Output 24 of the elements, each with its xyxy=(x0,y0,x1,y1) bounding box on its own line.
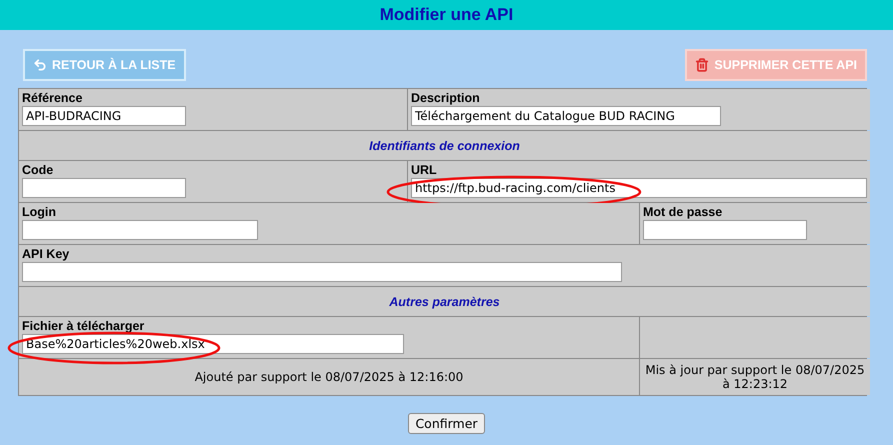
password-field[interactable] xyxy=(643,220,807,240)
section-heading: Autres paramètres xyxy=(19,287,870,316)
trash-icon xyxy=(695,58,710,72)
audit-note: Mis à jour par support le 08/07/2025 à 12:23:12 xyxy=(640,359,870,395)
file-field[interactable]: Base%20articles%20web.xlsx xyxy=(22,334,404,354)
field-label: Login xyxy=(22,205,58,219)
field-label: URL xyxy=(411,163,438,177)
reference-field[interactable]: API-BUDRACING xyxy=(22,106,186,126)
field-label: Fichier à télécharger xyxy=(22,319,146,333)
field-label: Description xyxy=(411,91,481,105)
description-field[interactable]: Téléchargement du Catalogue BUD RACING xyxy=(411,106,721,126)
login-field[interactable] xyxy=(22,220,258,240)
return-arrow-icon xyxy=(33,58,47,72)
field-label: Mot de passe xyxy=(643,205,724,219)
section-heading: Identifiants de connexion xyxy=(19,131,870,160)
page-title: Modifier une API xyxy=(380,5,514,25)
audit-note: Ajouté par support le 08/07/2025 à 12:16:00 xyxy=(19,359,639,395)
confirm-button[interactable]: Confirmer xyxy=(408,413,485,434)
field-label: API Key xyxy=(22,247,70,261)
field-label: Code xyxy=(22,163,54,177)
field-label: Référence xyxy=(22,91,84,105)
api-key-field[interactable] xyxy=(22,262,622,282)
code-field[interactable] xyxy=(22,178,186,198)
url-field[interactable]: https://ftp.bud-racing.com/clients xyxy=(411,178,867,198)
